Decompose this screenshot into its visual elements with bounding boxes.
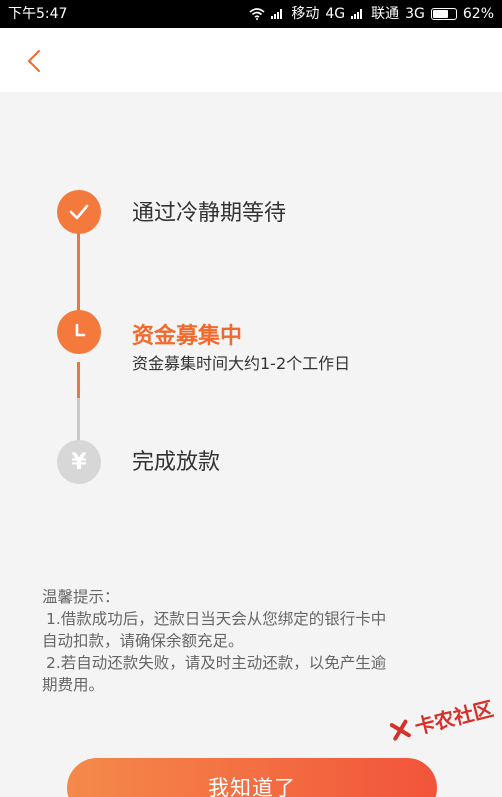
- network-1: 4G: [325, 6, 346, 22]
- status-bar: 下午5:47 移动 4G 联通 3G 62%: [0, 0, 502, 28]
- status-indicators: 移动 4G 联通 3G 62%: [249, 0, 494, 28]
- step-3-title: 完成放款: [132, 450, 221, 475]
- status-time: 下午5:47: [8, 6, 68, 22]
- carrier-1: 移动: [291, 6, 320, 22]
- chevron-left-icon: [28, 50, 40, 72]
- signal-icon: [271, 9, 285, 19]
- step-pending-circle: ¥: [57, 440, 101, 484]
- tip-2-line-2: 期费用。: [42, 676, 105, 694]
- carrier-2: 联通: [371, 6, 400, 22]
- network-2: 3G: [405, 6, 425, 22]
- watermark-text: 卡农社区: [412, 696, 496, 740]
- check-icon: [69, 204, 89, 220]
- progress-steps: 通过冷静期等待 资金募集中 资金募集时间大约1-2个工作日 ¥ 完成放款: [0, 92, 502, 552]
- got-it-button[interactable]: 我知道了: [67, 758, 437, 797]
- wifi-icon: [249, 8, 265, 20]
- tips-section: 温馨提示： 1.借款成功后，还款日当天会从您绑定的银行卡中 自动扣款，请确保余额…: [42, 586, 472, 696]
- signal-icon: [351, 9, 365, 19]
- battery-icon: [430, 8, 457, 20]
- clock-icon: [75, 323, 86, 337]
- battery-percent: 62%: [462, 6, 494, 22]
- step-active-circle: [57, 310, 101, 354]
- step-done-circle: [57, 190, 101, 234]
- step-1-title: 通过冷静期等待: [132, 201, 287, 226]
- tip-1-line-1: 1.借款成功后，还款日当天会从您绑定的银行卡中: [46, 610, 387, 628]
- step-2-subtitle: 资金募集时间大约1-2个工作日: [132, 354, 351, 373]
- back-button[interactable]: [20, 46, 50, 76]
- yen-icon: ¥: [71, 449, 87, 475]
- watermark: 卡农社区: [386, 693, 496, 747]
- step-2-title: 资金募集中: [132, 324, 243, 349]
- tips-heading: 温馨提示：: [42, 588, 120, 606]
- nav-bar: [0, 28, 502, 92]
- watermark-logo-icon: [389, 719, 411, 741]
- tip-2-line-1: 2.若自动还款失败，请及时主动还款，以免产生逾: [46, 654, 387, 672]
- tip-1-line-2: 自动扣款，请确保余额充足。: [42, 632, 244, 650]
